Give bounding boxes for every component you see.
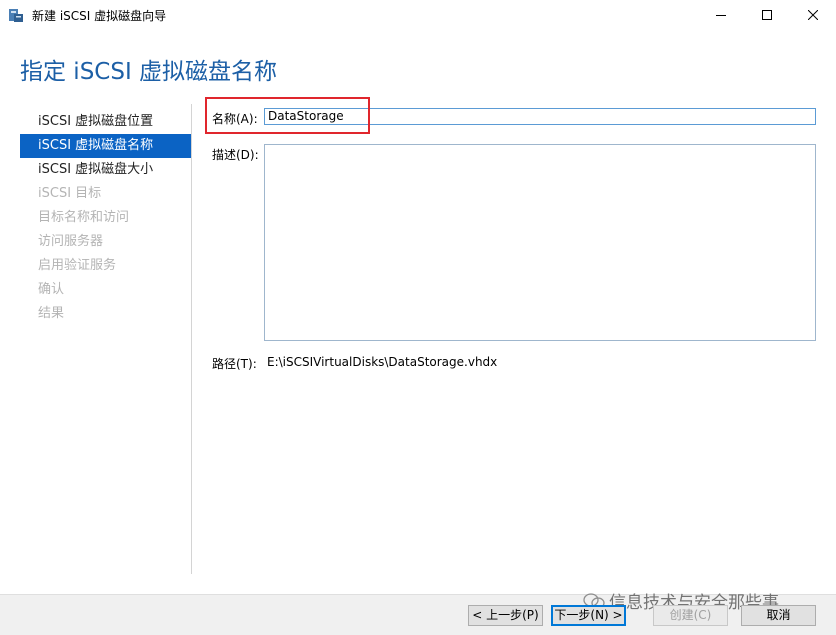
- title-bar[interactable]: 新建 iSCSI 虚拟磁盘向导: [0, 0, 836, 30]
- create-button: 创建(C): [653, 605, 728, 626]
- wizard-steps-nav: iSCSI 虚拟磁盘位置 iSCSI 虚拟磁盘名称 iSCSI 虚拟磁盘大小 i…: [20, 110, 191, 326]
- next-button[interactable]: 下一步(N) >: [551, 605, 626, 626]
- nav-step-iscsi-target: iSCSI 目标: [38, 186, 102, 201]
- nav-step-confirmation: 确认: [38, 282, 65, 297]
- name-field-highlight-box: [205, 97, 370, 134]
- path-label: 路径(T):: [212, 357, 257, 371]
- nav-step-target-name-access: 目标名称和访问: [38, 210, 130, 225]
- maximize-button[interactable]: [744, 0, 790, 30]
- nav-step-access-servers: 访问服务器: [38, 234, 104, 249]
- description-label: 描述(D):: [212, 148, 259, 162]
- page-heading: 指定 iSCSI 虚拟磁盘名称: [20, 59, 278, 85]
- wizard-app-icon: [8, 7, 24, 23]
- minimize-icon: [716, 15, 726, 16]
- previous-button[interactable]: < 上一步(P): [468, 605, 543, 626]
- close-button[interactable]: [790, 0, 836, 30]
- nav-step-enable-auth: 启用验证服务: [38, 258, 117, 273]
- minimize-button[interactable]: [698, 0, 744, 30]
- maximize-icon: [762, 10, 772, 20]
- description-textarea[interactable]: [264, 144, 816, 341]
- close-icon: [808, 10, 818, 20]
- nav-step-results: 结果: [38, 306, 65, 321]
- nav-step-disk-location[interactable]: iSCSI 虚拟磁盘位置: [20, 110, 191, 134]
- cancel-button[interactable]: 取消: [741, 605, 816, 626]
- nav-step-disk-size[interactable]: iSCSI 虚拟磁盘大小: [20, 158, 191, 182]
- nav-divider: [191, 104, 192, 574]
- path-value: E:\iSCSIVirtualDisks\DataStorage.vhdx: [267, 355, 498, 369]
- nav-step-disk-name[interactable]: iSCSI 虚拟磁盘名称: [20, 134, 191, 158]
- window-title: 新建 iSCSI 虚拟磁盘向导: [32, 9, 167, 23]
